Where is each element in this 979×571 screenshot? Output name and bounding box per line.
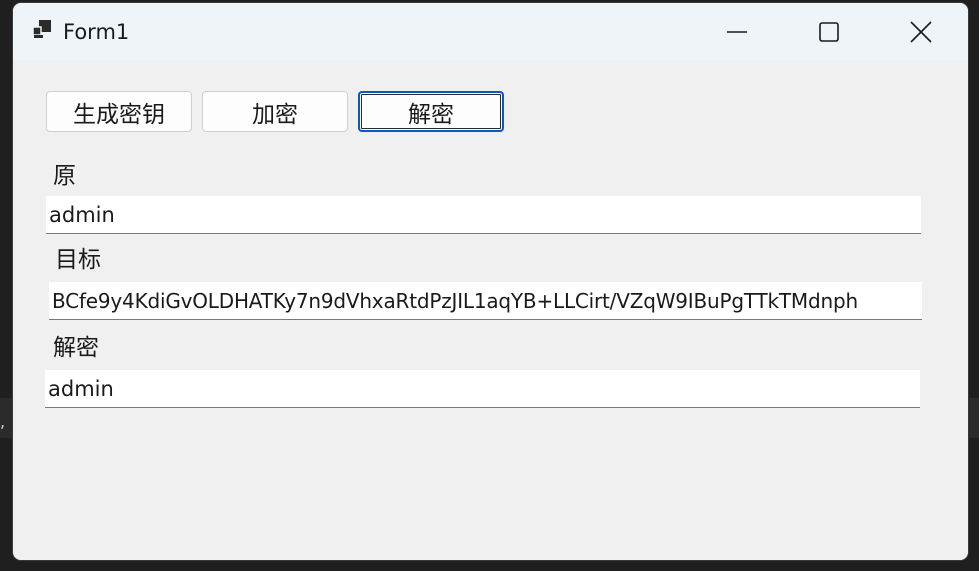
winforms-app-icon bbox=[30, 18, 54, 42]
minimize-button[interactable] bbox=[691, 3, 783, 60]
target-input[interactable]: BCfe9y4KdiGvOLDHATKy7n9dVhxaRtdPzJIL1aqY… bbox=[49, 282, 922, 320]
source-input[interactable]: admin bbox=[46, 196, 921, 234]
close-icon bbox=[909, 20, 933, 44]
minimize-icon bbox=[726, 21, 748, 43]
window-title: Form1 bbox=[63, 20, 130, 44]
target-label: 目标 bbox=[55, 247, 101, 273]
maximize-button[interactable] bbox=[783, 3, 875, 60]
source-label: 原 bbox=[53, 163, 76, 189]
close-button[interactable] bbox=[875, 3, 967, 60]
decrypted-input[interactable]: admin bbox=[45, 370, 920, 408]
form-client-area: 生成密钥 加密 解密 原 admin 目标 BCfe9y4KdiGvOLDHAT… bbox=[13, 60, 968, 560]
generate-key-button[interactable]: 生成密钥 bbox=[46, 91, 192, 132]
decrypted-label: 解密 bbox=[53, 335, 99, 361]
maximize-icon bbox=[818, 21, 840, 43]
background-glyph: , bbox=[0, 412, 6, 431]
encrypt-button[interactable]: 加密 bbox=[202, 91, 348, 132]
form1-window: Form1 生成密钥 加密 解密 原 admin 目标 BCfe9y4KdiGv… bbox=[13, 3, 968, 560]
decrypt-button[interactable]: 解密 bbox=[358, 91, 504, 132]
title-bar[interactable]: Form1 bbox=[13, 3, 968, 60]
